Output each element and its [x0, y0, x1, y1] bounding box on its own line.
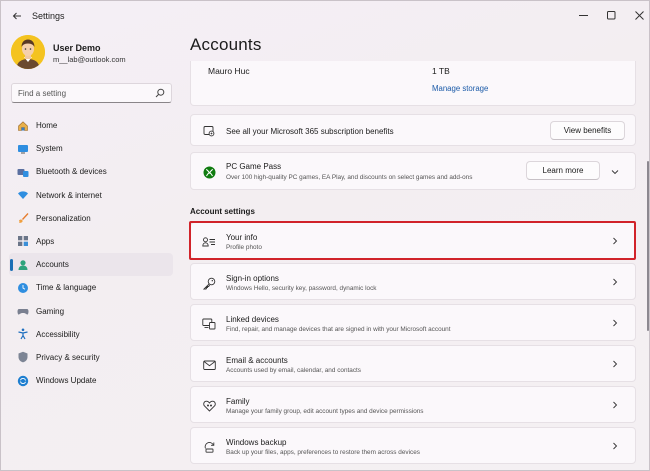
- title-bar: Settings: [1, 1, 649, 31]
- settings-window: Settings User Demo m__lab@outlook.com Fi…: [0, 0, 650, 471]
- settings-row-email-accounts[interactable]: Email & accounts Accounts used by email,…: [190, 345, 636, 382]
- settings-row-sign-in-options[interactable]: Sign-in options Windows Hello, security …: [190, 263, 636, 300]
- learn-more-button[interactable]: Learn more: [526, 161, 600, 180]
- user-profile: User Demo m__lab@outlook.com: [11, 35, 171, 73]
- setting-subtitle: Manage your family group, edit account t…: [226, 408, 424, 415]
- accounts-icon: [16, 258, 29, 271]
- setting-subtitle: Find, repair, and manage devices that ar…: [226, 326, 451, 333]
- setting-title: Email & accounts: [226, 356, 288, 365]
- page-title: Accounts: [190, 35, 262, 54]
- bluetooth-icon: [16, 165, 29, 178]
- user-name: User Demo: [53, 43, 101, 53]
- storage-account-name: Mauro Huc: [208, 66, 250, 76]
- sidebar-item-label: Personalization: [36, 213, 91, 223]
- app-title: Settings: [32, 11, 65, 21]
- system-icon: [16, 142, 29, 155]
- section-title-account-settings: Account settings: [190, 207, 255, 216]
- update-icon: [16, 374, 29, 387]
- sidebar-item-accounts[interactable]: Accounts: [9, 253, 173, 277]
- storage-size: 1 TB: [432, 66, 450, 76]
- sidebar-nav: Home System Bluetooth & devices Network …: [9, 114, 173, 392]
- back-arrow-icon: [12, 12, 21, 20]
- sidebar-item-label: Gaming: [36, 306, 65, 316]
- m365-benefits-card: See all your Microsoft 365 subscription …: [190, 114, 636, 146]
- family-heart-icon: [202, 399, 216, 413]
- chevron-right-icon: [611, 318, 619, 328]
- globe-clock-icon: [16, 281, 29, 294]
- game-pass-subtitle: Over 100 high-quality PC games, EA Play,…: [226, 174, 473, 181]
- avatar[interactable]: [11, 35, 45, 69]
- sidebar-item-accessibility[interactable]: Accessibility: [9, 323, 173, 346]
- sidebar-item-label: Windows Update: [36, 376, 97, 386]
- sidebar-item-privacy[interactable]: Privacy & security: [9, 346, 173, 369]
- setting-subtitle: Windows Hello, security key, password, d…: [226, 285, 377, 292]
- sidebar-item-windows-update[interactable]: Windows Update: [9, 369, 173, 392]
- xbox-icon: [202, 165, 216, 179]
- settings-row-family[interactable]: Family Manage your family group, edit ac…: [190, 386, 636, 423]
- sidebar-item-label: Privacy & security: [36, 352, 100, 362]
- network-icon: [16, 189, 29, 202]
- active-indicator: [10, 259, 13, 272]
- sidebar-item-personalization[interactable]: Personalization: [9, 207, 173, 230]
- highlight-box: [189, 221, 636, 260]
- user-email: m__lab@outlook.com: [53, 55, 126, 64]
- setting-title: Windows backup: [226, 438, 287, 447]
- sidebar-item-label: Time & language: [36, 283, 97, 293]
- sidebar-item-network[interactable]: Network & internet: [9, 184, 173, 207]
- search-icon: [155, 88, 165, 98]
- brush-icon: [16, 212, 29, 225]
- apps-icon: [16, 235, 29, 248]
- settings-row-windows-backup[interactable]: Windows backup Back up your files, apps,…: [190, 427, 636, 464]
- search-input[interactable]: Find a setting: [11, 83, 172, 103]
- mail-icon: [202, 358, 216, 372]
- sidebar-item-label: Accessibility: [36, 329, 80, 339]
- scrollbar[interactable]: [647, 161, 649, 331]
- sidebar-item-label: Accounts: [36, 260, 69, 270]
- setting-title: Linked devices: [226, 315, 279, 324]
- close-icon: [634, 10, 644, 20]
- setting-subtitle: Back up your files, apps, preferences to…: [226, 449, 420, 456]
- minimize-button[interactable]: [569, 5, 597, 25]
- sidebar-item-label: Home: [36, 121, 58, 130]
- benefits-icon: [202, 124, 216, 138]
- chevron-right-icon: [611, 277, 619, 287]
- sidebar-item-time-language[interactable]: Time & language: [9, 276, 173, 299]
- maximize-button[interactable]: [597, 5, 625, 25]
- game-pass-card: PC Game Pass Over 100 high-quality PC ga…: [190, 152, 636, 190]
- manage-storage-link[interactable]: Manage storage: [432, 84, 488, 93]
- setting-title: Sign-in options: [226, 274, 279, 283]
- linked-devices-icon: [202, 317, 216, 331]
- sidebar-item-label: Bluetooth & devices: [36, 167, 107, 177]
- back-button[interactable]: [7, 7, 27, 25]
- sidebar-item-label: Network & internet: [36, 190, 102, 200]
- minimize-icon: [578, 14, 588, 16]
- setting-subtitle: Accounts used by email, calendar, and co…: [226, 367, 361, 374]
- close-button[interactable]: [625, 5, 649, 25]
- gamepad-icon: [16, 305, 29, 318]
- game-pass-title: PC Game Pass: [226, 162, 282, 171]
- expand-chevron-icon[interactable]: [611, 167, 619, 177]
- chevron-right-icon: [611, 441, 619, 451]
- sidebar-item-home[interactable]: Home: [9, 114, 173, 137]
- accessibility-icon: [16, 328, 29, 341]
- sidebar-item-bluetooth[interactable]: Bluetooth & devices: [9, 160, 173, 183]
- key-icon: [202, 276, 216, 290]
- maximize-icon: [606, 10, 615, 19]
- sidebar-item-apps[interactable]: Apps: [9, 230, 173, 253]
- backup-icon: [202, 440, 216, 454]
- sidebar-item-label: System: [36, 144, 63, 154]
- chevron-right-icon: [611, 400, 619, 410]
- settings-row-linked-devices[interactable]: Linked devices Find, repair, and manage …: [190, 304, 636, 341]
- sidebar-item-label: Apps: [36, 236, 55, 246]
- storage-card: Mauro Huc 1 TB Manage storage: [190, 61, 636, 106]
- shield-icon: [16, 351, 29, 364]
- sidebar-item-gaming[interactable]: Gaming: [9, 300, 173, 323]
- chevron-right-icon: [611, 359, 619, 369]
- home-icon: [16, 119, 29, 132]
- view-benefits-button[interactable]: View benefits: [550, 121, 625, 140]
- setting-title: Family: [226, 397, 250, 406]
- m365-benefits-text: See all your Microsoft 365 subscription …: [226, 127, 394, 136]
- sidebar-item-system[interactable]: System: [9, 137, 173, 160]
- search-placeholder: Find a setting: [18, 89, 67, 98]
